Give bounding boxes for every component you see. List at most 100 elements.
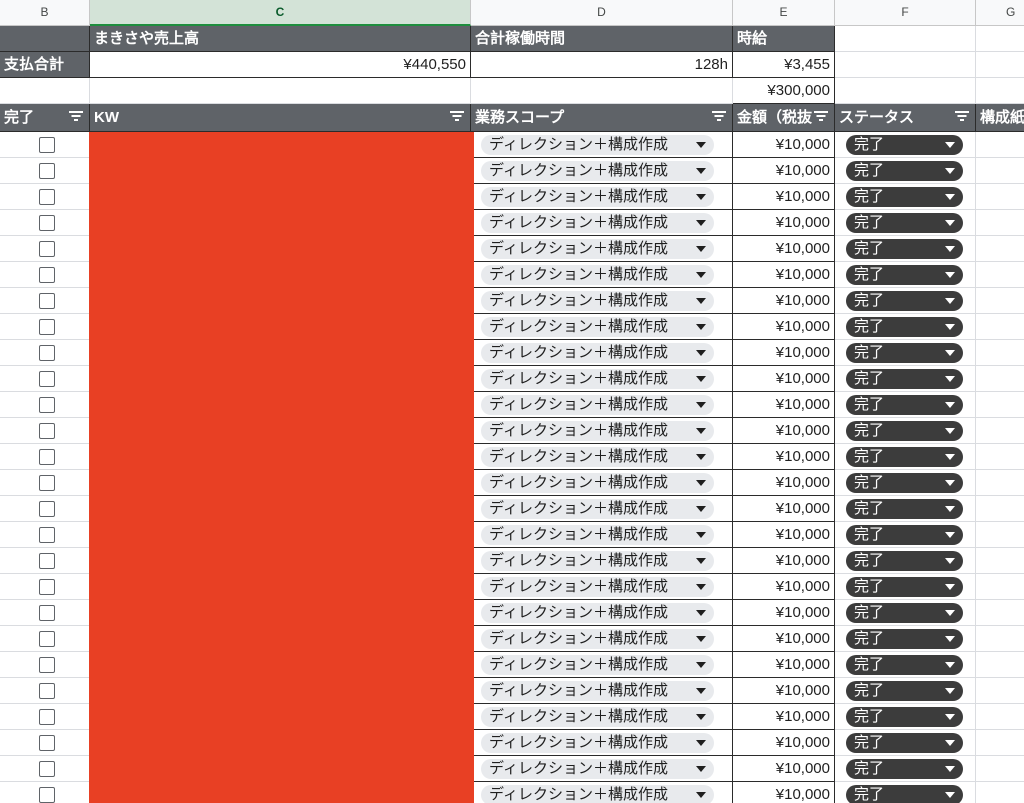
- scope-cell[interactable]: ディレクション＋構成作成: [471, 158, 733, 184]
- status-cell[interactable]: 完了: [835, 678, 976, 704]
- done-cell[interactable]: [0, 470, 90, 496]
- checkbox-icon[interactable]: [39, 449, 55, 465]
- status-chip[interactable]: 完了: [846, 629, 963, 649]
- scope-cell[interactable]: ディレクション＋構成作成: [471, 678, 733, 704]
- amount-cell[interactable]: ¥10,000: [733, 730, 835, 756]
- summary-sales-value[interactable]: ¥440,550: [90, 52, 471, 78]
- scope-cell[interactable]: ディレクション＋構成作成: [471, 392, 733, 418]
- dropdown-caret-icon[interactable]: [945, 376, 955, 382]
- next-cell[interactable]: [976, 470, 1024, 496]
- cell-c4[interactable]: [90, 78, 471, 104]
- scope-chip[interactable]: ディレクション＋構成作成: [481, 525, 714, 545]
- summary-header-hourly[interactable]: 時給: [733, 26, 835, 52]
- scope-cell[interactable]: ディレクション＋構成作成: [471, 574, 733, 600]
- status-cell[interactable]: 完了: [835, 782, 976, 803]
- next-cell[interactable]: [976, 704, 1024, 730]
- amount-cell[interactable]: ¥10,000: [733, 600, 835, 626]
- amount-cell[interactable]: ¥10,000: [733, 158, 835, 184]
- dropdown-caret-icon[interactable]: [945, 220, 955, 226]
- dropdown-caret-icon[interactable]: [696, 454, 706, 460]
- status-cell[interactable]: 完了: [835, 496, 976, 522]
- scope-cell[interactable]: ディレクション＋構成作成: [471, 704, 733, 730]
- cell-g4[interactable]: [976, 78, 1024, 104]
- amount-cell[interactable]: ¥10,000: [733, 626, 835, 652]
- dropdown-caret-icon[interactable]: [945, 402, 955, 408]
- scope-chip[interactable]: ディレクション＋構成作成: [481, 681, 714, 701]
- scope-chip[interactable]: ディレクション＋構成作成: [481, 629, 714, 649]
- scope-chip[interactable]: ディレクション＋構成作成: [481, 369, 714, 389]
- dropdown-caret-icon[interactable]: [696, 272, 706, 278]
- status-cell[interactable]: 完了: [835, 522, 976, 548]
- dropdown-caret-icon[interactable]: [696, 402, 706, 408]
- filter-icon[interactable]: [955, 109, 969, 123]
- status-cell[interactable]: 完了: [835, 548, 976, 574]
- done-cell[interactable]: [0, 522, 90, 548]
- next-cell[interactable]: [976, 158, 1024, 184]
- scope-chip[interactable]: ディレクション＋構成作成: [481, 421, 714, 441]
- scope-cell[interactable]: ディレクション＋構成作成: [471, 756, 733, 782]
- dropdown-caret-icon[interactable]: [945, 246, 955, 252]
- dropdown-caret-icon[interactable]: [696, 298, 706, 304]
- scope-chip[interactable]: ディレクション＋構成作成: [481, 265, 714, 285]
- scope-chip[interactable]: ディレクション＋構成作成: [481, 161, 714, 181]
- dropdown-caret-icon[interactable]: [945, 636, 955, 642]
- status-chip[interactable]: 完了: [846, 733, 963, 753]
- scope-chip[interactable]: ディレクション＋構成作成: [481, 135, 714, 155]
- status-chip[interactable]: 完了: [846, 213, 963, 233]
- amount-cell[interactable]: ¥10,000: [733, 262, 835, 288]
- status-cell[interactable]: 完了: [835, 652, 976, 678]
- status-cell[interactable]: 完了: [835, 366, 976, 392]
- dropdown-caret-icon[interactable]: [945, 428, 955, 434]
- scope-cell[interactable]: ディレクション＋構成作成: [471, 444, 733, 470]
- status-cell[interactable]: 完了: [835, 626, 976, 652]
- dropdown-caret-icon[interactable]: [696, 584, 706, 590]
- dropdown-caret-icon[interactable]: [945, 272, 955, 278]
- dropdown-caret-icon[interactable]: [945, 558, 955, 564]
- scope-chip[interactable]: ディレクション＋構成作成: [481, 707, 714, 727]
- next-cell[interactable]: [976, 288, 1024, 314]
- column-header-d[interactable]: D: [471, 0, 733, 26]
- status-cell[interactable]: 完了: [835, 600, 976, 626]
- amount-cell[interactable]: ¥10,000: [733, 652, 835, 678]
- status-chip[interactable]: 完了: [846, 187, 963, 207]
- done-cell[interactable]: [0, 678, 90, 704]
- dropdown-caret-icon[interactable]: [945, 766, 955, 772]
- done-cell[interactable]: [0, 600, 90, 626]
- scope-cell[interactable]: ディレクション＋構成作成: [471, 730, 733, 756]
- status-chip[interactable]: 完了: [846, 135, 963, 155]
- status-chip[interactable]: 完了: [846, 551, 963, 571]
- done-cell[interactable]: [0, 158, 90, 184]
- status-chip[interactable]: 完了: [846, 161, 963, 181]
- scope-cell[interactable]: ディレクション＋構成作成: [471, 288, 733, 314]
- header-kw[interactable]: KW: [90, 104, 471, 132]
- dropdown-caret-icon[interactable]: [945, 532, 955, 538]
- scope-chip[interactable]: ディレクション＋構成作成: [481, 317, 714, 337]
- amount-cell[interactable]: ¥10,000: [733, 288, 835, 314]
- scope-chip[interactable]: ディレクション＋構成作成: [481, 239, 714, 259]
- dropdown-caret-icon[interactable]: [945, 350, 955, 356]
- amount-cell[interactable]: ¥10,000: [733, 678, 835, 704]
- amount-cell[interactable]: ¥10,000: [733, 444, 835, 470]
- dropdown-caret-icon[interactable]: [696, 376, 706, 382]
- dropdown-caret-icon[interactable]: [696, 766, 706, 772]
- amount-cell[interactable]: ¥10,000: [733, 782, 835, 803]
- scope-cell[interactable]: ディレクション＋構成作成: [471, 210, 733, 236]
- status-chip[interactable]: 完了: [846, 707, 963, 727]
- checkbox-icon[interactable]: [39, 657, 55, 673]
- done-cell[interactable]: [0, 392, 90, 418]
- summary-header-sales[interactable]: まきさや売上高: [90, 26, 471, 52]
- done-cell[interactable]: [0, 236, 90, 262]
- scope-cell[interactable]: ディレクション＋構成作成: [471, 548, 733, 574]
- checkbox-icon[interactable]: [39, 241, 55, 257]
- checkbox-icon[interactable]: [39, 709, 55, 725]
- summary-label[interactable]: 支払合計: [0, 52, 90, 78]
- header-done[interactable]: 完了: [0, 104, 90, 132]
- scope-cell[interactable]: ディレクション＋構成作成: [471, 418, 733, 444]
- status-chip[interactable]: 完了: [846, 239, 963, 259]
- summary-hours-value[interactable]: 128h: [471, 52, 733, 78]
- next-cell[interactable]: [976, 340, 1024, 366]
- checkbox-icon[interactable]: [39, 761, 55, 777]
- next-cell[interactable]: [976, 314, 1024, 340]
- dropdown-caret-icon[interactable]: [945, 740, 955, 746]
- dropdown-caret-icon[interactable]: [945, 324, 955, 330]
